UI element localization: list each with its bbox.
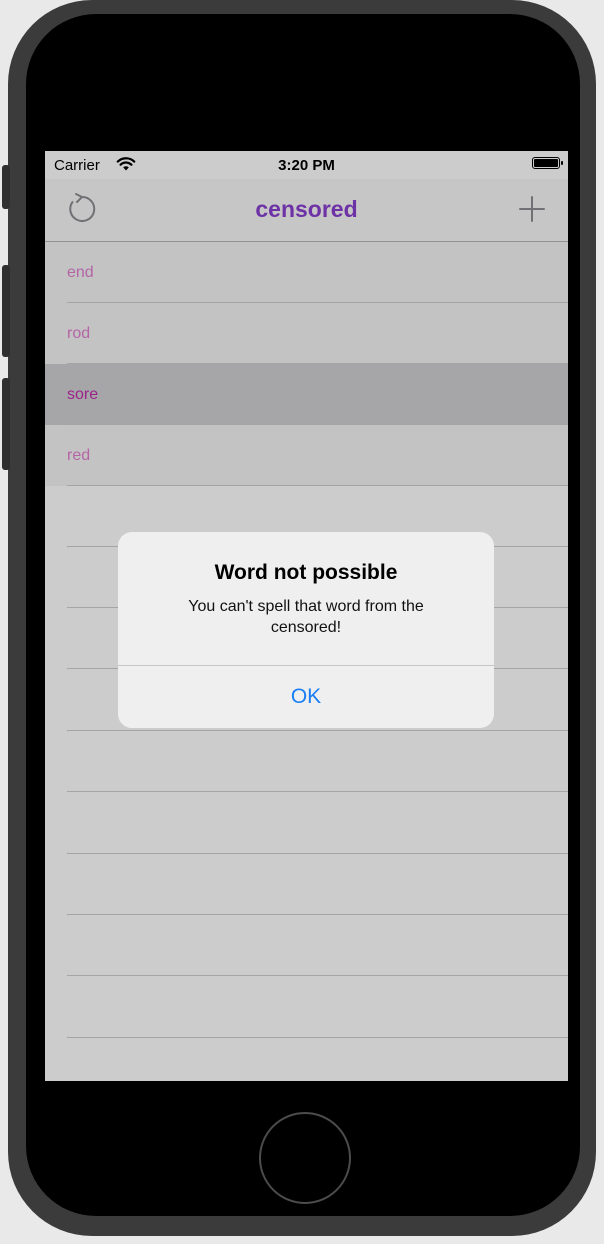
app-screen: Carrier 3:20 PM censored end rod sore re… [45, 151, 568, 1081]
volume-up-button [2, 265, 10, 357]
mute-switch [2, 165, 10, 209]
ok-button[interactable]: OK [118, 666, 494, 728]
alert-message: You can't spell that word from the censo… [188, 598, 424, 636]
alert-dialog: Word not possible You can't spell that w… [118, 532, 494, 728]
volume-down-button [2, 378, 10, 470]
home-button[interactable] [259, 1112, 351, 1204]
alert-title: Word not possible [214, 561, 398, 584]
